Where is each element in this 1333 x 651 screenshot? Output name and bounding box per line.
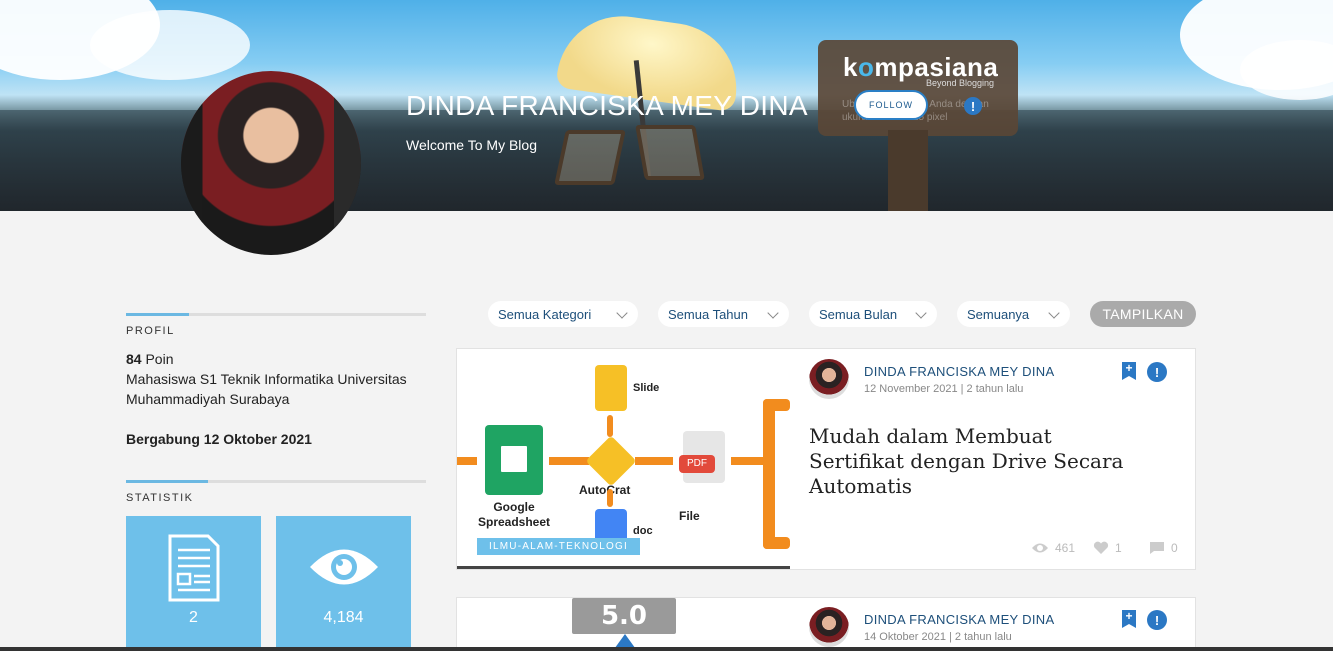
stat-views[interactable]: 4,184 (276, 516, 411, 651)
points: 84 Poin (126, 349, 174, 369)
chevron-down-icon (1048, 307, 1060, 319)
profil-divider (126, 313, 426, 316)
bookmark-icon[interactable]: + (1122, 362, 1136, 380)
category-badge[interactable]: ILMU-ALAM-TEKNOLOGI (477, 538, 640, 555)
slides-icon (595, 365, 627, 411)
points-value: 84 (126, 351, 142, 367)
chevron-down-icon (915, 307, 927, 319)
comment-count[interactable]: 0 (1149, 541, 1178, 555)
bookmark-icon[interactable]: + (1122, 610, 1136, 628)
eye-icon (1032, 543, 1048, 553)
thumb-label-file: File (679, 509, 700, 523)
type-filter[interactable]: Semuanya (957, 301, 1070, 327)
report-icon[interactable]: ! (1147, 362, 1167, 382)
like-count-value: 1 (1115, 541, 1122, 555)
version-badge: 5.0 (572, 598, 676, 634)
follow-button[interactable]: FOLLOW (854, 90, 928, 120)
view-count: 461 (1031, 541, 1075, 555)
chevron-down-icon (616, 307, 628, 319)
author-avatar[interactable] (809, 359, 849, 399)
year-filter-label: Semua Tahun (668, 306, 748, 322)
document-icon (168, 534, 219, 602)
thumb-label-doc: doc (633, 525, 653, 537)
post-date: 14 Oktober 2021 | 2 tahun lalu (864, 631, 1012, 643)
thumb-label-slide: Slide (633, 382, 660, 394)
stat-articles-value: 2 (189, 609, 198, 626)
points-label: Poin (141, 351, 174, 367)
statistik-heading: STATISTIK (126, 492, 194, 504)
author-name[interactable]: DINDA FRANCISKA MEY DINA (864, 364, 1054, 379)
join-date: Bergabung 12 Oktober 2021 (126, 431, 312, 447)
author-name[interactable]: DINDA FRANCISKA MEY DINA (864, 612, 1054, 627)
stat-views-value: 4,184 (323, 609, 364, 626)
heart-icon (1093, 541, 1109, 554)
like-count[interactable]: 1 (1093, 541, 1122, 555)
comment-count-value: 0 (1171, 541, 1178, 555)
eye-icon (309, 549, 378, 585)
profil-heading: PROFIL (126, 325, 175, 337)
profile-bio: Mahasiswa S1 Teknik Informatika Universi… (126, 371, 407, 407)
statistik-divider (126, 480, 426, 483)
comment-icon (1150, 542, 1164, 554)
type-filter-label: Semuanya (967, 306, 1030, 322)
post-thumbnail[interactable]: Slide Google Spreadsheet AutoCrat doc PD… (457, 349, 790, 569)
profile-tagline: Welcome To My Blog (406, 137, 537, 153)
category-filter-label: Semua Kategori (498, 306, 592, 322)
view-count-value: 461 (1055, 541, 1076, 555)
bottom-edge (0, 647, 1333, 651)
chevron-down-icon (767, 307, 779, 319)
month-filter[interactable]: Semua Bulan (809, 301, 937, 327)
pdf-badge: PDF (679, 455, 715, 473)
year-filter[interactable]: Semua Tahun (658, 301, 789, 327)
post-card[interactable]: Slide Google Spreadsheet AutoCrat doc PD… (456, 348, 1196, 570)
post-thumbnail[interactable]: 5.0 (457, 598, 790, 651)
profile-avatar[interactable] (181, 71, 361, 255)
show-button[interactable]: TAMPILKAN (1090, 301, 1196, 327)
profile-name: DINDA FRANCISKA MEY DINA (406, 90, 808, 121)
kompasiana-tagline: Beyond Blogging (926, 78, 995, 88)
post-date: 12 November 2021 | 2 tahun lalu (864, 383, 1024, 395)
thumb-label-sheet: Google Spreadsheet (477, 500, 551, 529)
report-icon[interactable]: ! (964, 97, 982, 115)
stat-articles[interactable]: 2 (126, 516, 261, 651)
post-card[interactable]: 5.0 DINDA FRANCISKA MEY DINA 14 Oktober … (456, 597, 1196, 651)
month-filter-label: Semua Bulan (819, 306, 898, 322)
autocrat-icon (585, 435, 637, 487)
category-filter[interactable]: Semua Kategori (488, 301, 638, 327)
author-avatar[interactable] (809, 607, 849, 647)
report-icon[interactable]: ! (1147, 610, 1167, 630)
post-title[interactable]: Mudah dalam Membuat Sertifikat dengan Dr… (809, 424, 1139, 499)
thumb-label-autocrat: AutoCrat (579, 483, 631, 497)
